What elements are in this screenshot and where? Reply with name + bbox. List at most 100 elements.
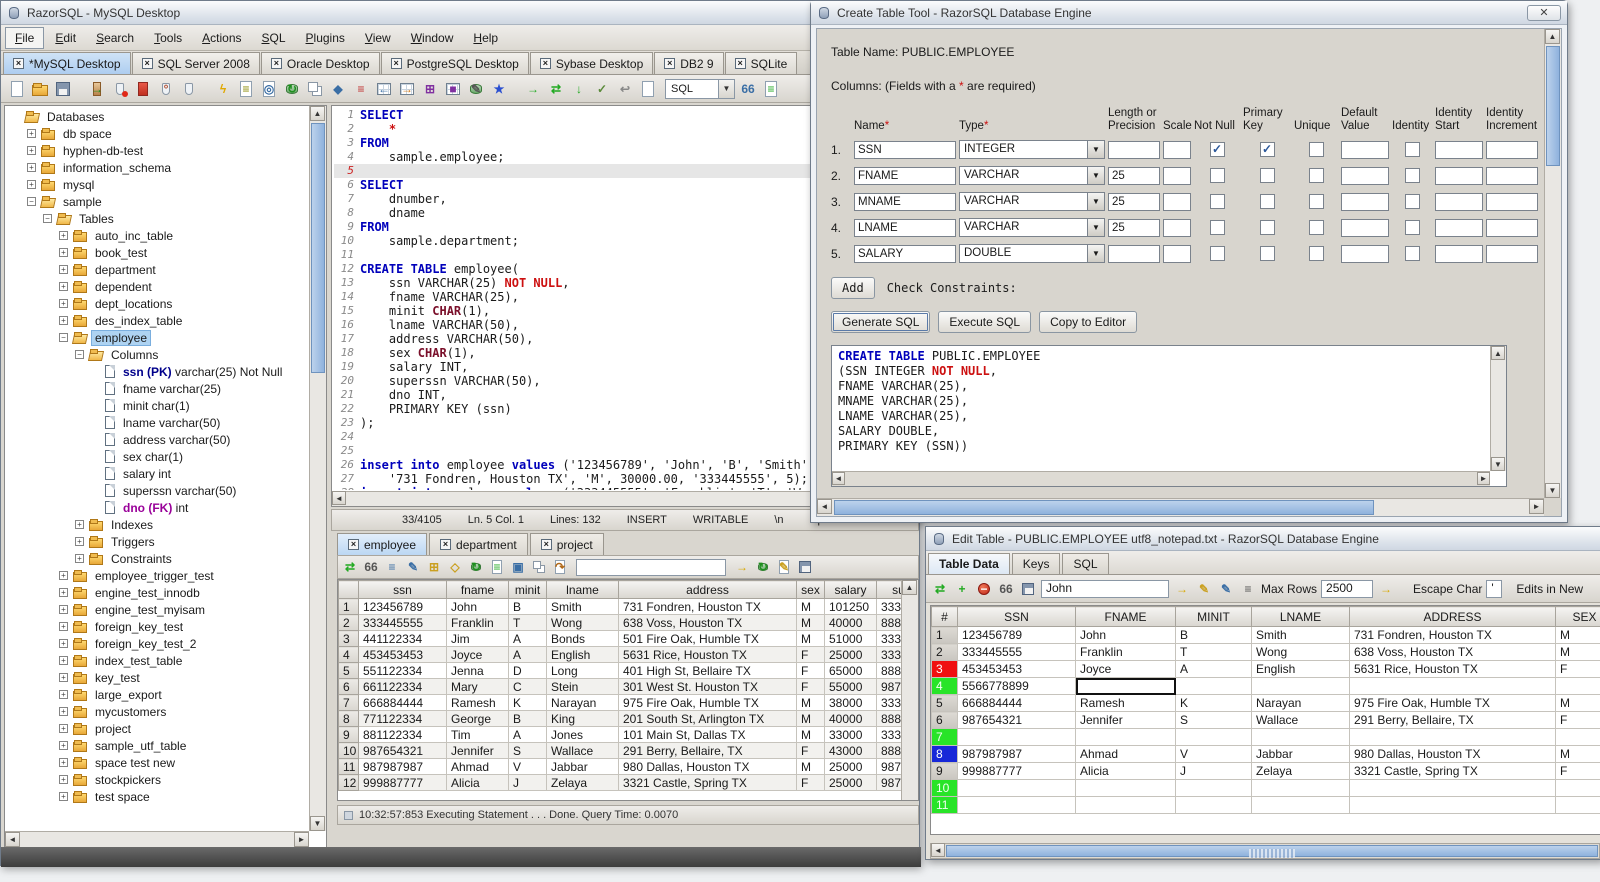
reload-table-icon[interactable]: ↻ (467, 558, 485, 576)
scroll-up-icon[interactable]: ▲ (902, 580, 917, 595)
edit-column-header[interactable]: ADDRESS (1349, 606, 1556, 627)
tab-close-icon[interactable]: × (540, 539, 552, 550)
scroll-thumb[interactable] (311, 123, 325, 373)
data-cell[interactable]: Zelaya (1251, 762, 1350, 780)
collapse-icon[interactable]: − (27, 197, 36, 206)
data-cell[interactable]: 771122334 (358, 710, 447, 727)
data-cell[interactable] (1251, 779, 1350, 797)
data-cell[interactable]: Wong (546, 614, 619, 631)
disconnect-icon[interactable] (133, 79, 153, 99)
tree-item-foreign_key_test[interactable]: + foreign_key_test (7, 618, 309, 635)
tree-item-hyphen-db-test[interactable]: + hyphen-db-test (7, 142, 309, 159)
execute-sql-button[interactable]: Execute SQL (938, 311, 1032, 333)
copy-results-icon[interactable] (530, 558, 548, 576)
tab-close-icon[interactable]: × (734, 58, 746, 69)
row-number-cell[interactable]: 10 (931, 779, 958, 797)
data-cell[interactable]: 123456789 (358, 598, 447, 615)
scroll-down-icon[interactable]: ▼ (1491, 457, 1505, 471)
data-cell[interactable]: M (796, 694, 825, 711)
tree-item-index_test_table[interactable]: + index_test_table (7, 652, 309, 669)
tree-item-sample[interactable]: − sample (7, 193, 309, 210)
tree-item-foreign_key_test_2[interactable]: + foreign_key_test_2 (7, 635, 309, 652)
data-cell[interactable]: M (796, 614, 825, 631)
data-cell[interactable]: F (1555, 660, 1600, 678)
menu-window[interactable]: Window (402, 28, 463, 48)
chevron-down-icon[interactable]: ▼ (1087, 167, 1104, 184)
expand-icon[interactable]: + (59, 571, 68, 580)
data-cell[interactable]: English (546, 646, 619, 663)
data-cell[interactable] (1251, 677, 1350, 695)
open-file-icon[interactable] (30, 79, 50, 99)
menu-tools[interactable]: Tools (145, 28, 191, 48)
results-search-input[interactable] (576, 558, 726, 576)
generate-sql-button[interactable]: Generate SQL (831, 311, 931, 333)
data-cell[interactable]: Wong (1251, 643, 1350, 661)
database-layout-icon[interactable]: ≡ (351, 79, 371, 99)
data-cell[interactable]: F (1555, 762, 1600, 780)
expand-icon[interactable]: + (59, 707, 68, 716)
tree-item-information_schema[interactable]: + information_schema (7, 159, 309, 176)
tree-item-db-space[interactable]: + db space (7, 125, 309, 142)
data-cell[interactable]: S (508, 742, 547, 759)
chevron-down-icon[interactable]: ▼ (1087, 245, 1104, 262)
column-type-select[interactable]: VARCHAR ▼ (959, 192, 1105, 211)
tab-table-data[interactable]: Table Data (928, 553, 1010, 574)
identity-start-field[interactable] (1435, 140, 1483, 159)
data-cell[interactable]: 5631 Rice, Houston TX (618, 646, 797, 663)
identity-start-field[interactable] (1435, 218, 1483, 237)
data-cell[interactable]: 638 Voss, Houston TX (1349, 643, 1556, 661)
default-value-field[interactable] (1341, 166, 1389, 185)
data-cell[interactable]: Jennifer (446, 742, 509, 759)
length-precision-field[interactable]: 25 (1108, 218, 1160, 237)
edit-column-header[interactable]: MINIT (1175, 606, 1252, 627)
expand-icon[interactable]: + (59, 724, 68, 733)
tab-close-icon[interactable]: × (141, 58, 153, 69)
row-number-cell[interactable]: 3 (338, 630, 359, 647)
chevron-down-icon[interactable]: ▼ (1087, 193, 1104, 210)
data-cell[interactable]: M (1555, 643, 1600, 661)
scroll-up-icon[interactable]: ▲ (1545, 29, 1560, 44)
data-cell[interactable]: 3321 Castle, Spring TX (1349, 762, 1556, 780)
search-file-icon[interactable]: ◎ (259, 79, 279, 99)
data-cell[interactable]: C (508, 678, 547, 695)
row-number-cell[interactable]: 1 (931, 626, 958, 644)
data-cell[interactable]: F (796, 774, 825, 791)
column-name-field[interactable]: MNAME (854, 192, 956, 211)
data-cell[interactable]: 333445555 (358, 614, 447, 631)
tree-item-lname-varchar-50-[interactable]: lname varchar(50) (7, 414, 309, 431)
results-column-header[interactable]: lname (546, 580, 619, 599)
menu-file[interactable]: File (5, 26, 45, 49)
data-cell[interactable]: 980 Dallas, Houston TX (1349, 745, 1556, 763)
columns-list-icon[interactable]: ≡ (488, 558, 506, 576)
data-cell[interactable]: 666884444 (957, 694, 1076, 712)
data-cell[interactable]: T (1175, 643, 1252, 661)
connection-tab-db2-9[interactable]: × DB2 9 (654, 52, 724, 74)
data-cell[interactable] (1555, 796, 1600, 814)
connection-tab-sqlite[interactable]: × SQLite (724, 52, 798, 74)
data-cell[interactable]: King (546, 710, 619, 727)
data-cell[interactable]: 291 Berry, Bellaire, TX (1349, 711, 1556, 729)
row-number-cell[interactable]: 7 (931, 728, 958, 746)
connect-icon[interactable]: → (87, 79, 107, 99)
connection-tab-oracle-desktop[interactable]: × Oracle Desktop (260, 52, 380, 74)
sql-vertical-scrollbar[interactable]: ▲ ▼ (1490, 346, 1506, 471)
expand-icon[interactable]: + (59, 588, 68, 597)
scroll-up-icon[interactable]: ▲ (310, 106, 325, 121)
data-cell[interactable]: 987654321 (957, 711, 1076, 729)
data-cell[interactable]: A (508, 726, 547, 743)
data-cell[interactable]: S (1175, 711, 1252, 729)
data-cell[interactable]: Wallace (546, 742, 619, 759)
expand-icon[interactable]: + (59, 605, 68, 614)
data-cell[interactable] (1075, 677, 1176, 695)
data-cell[interactable]: F (796, 742, 825, 759)
collapse-icon[interactable]: − (75, 350, 84, 359)
chevron-down-icon[interactable]: ▼ (1087, 141, 1104, 158)
row-number-cell[interactable]: 1 (338, 598, 359, 615)
dialog-horizontal-scrollbar[interactable]: ◄ ► (817, 498, 1544, 516)
data-cell[interactable]: T (508, 614, 547, 631)
filter-sort-icon[interactable]: ≡ (383, 558, 401, 576)
new-editor-tab-icon[interactable] (638, 79, 658, 99)
data-cell[interactable] (1175, 677, 1252, 695)
execute-sql-icon[interactable]: → (523, 79, 543, 99)
expand-icon[interactable]: + (59, 622, 68, 631)
